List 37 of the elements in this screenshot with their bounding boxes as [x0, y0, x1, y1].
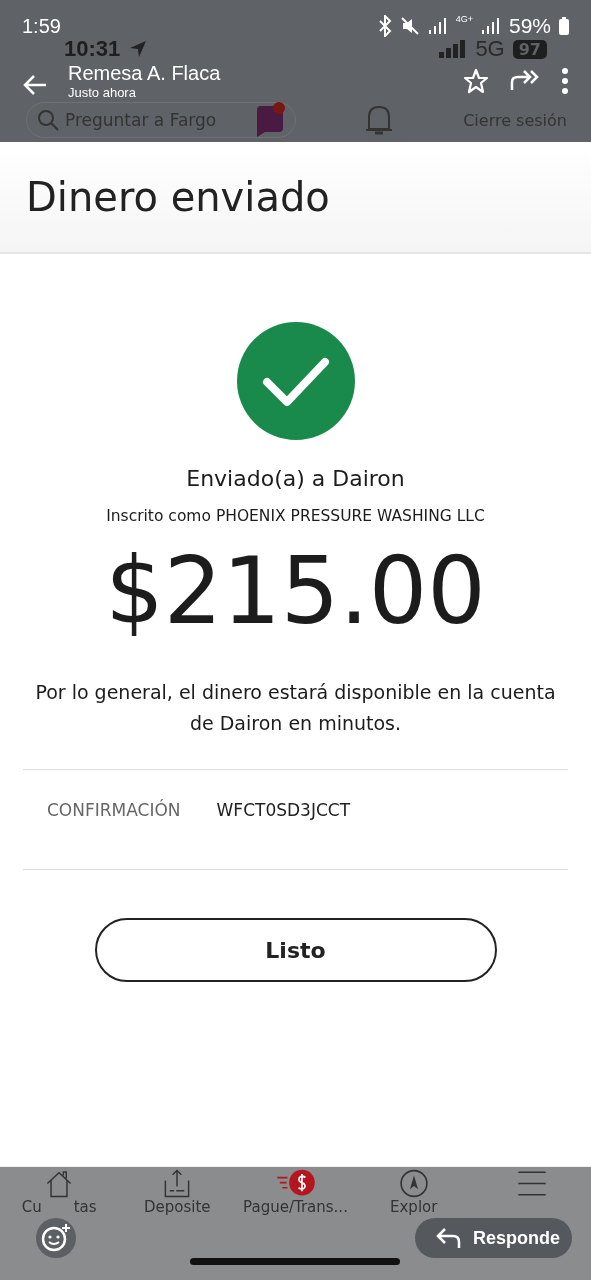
forward-icon[interactable] — [509, 68, 541, 92]
amount-text: $215.00 — [105, 537, 486, 647]
nav-label[interactable]: Pague/Trans... — [243, 1199, 348, 1216]
battery-level: 97 — [512, 39, 547, 59]
battery-percent: 59% — [508, 14, 551, 38]
bluetooth-icon — [377, 15, 392, 37]
check-icon — [236, 322, 355, 440]
network-label: 4G+ — [455, 14, 473, 24]
reply-arrow-icon — [435, 1227, 461, 1249]
signal-icon — [439, 40, 468, 58]
search-icon — [37, 109, 59, 131]
add-emoji-icon — [41, 1223, 71, 1253]
chat-title: Remesa A. Flaca — [68, 62, 221, 85]
nav-label[interactable]: Deposite — [144, 1199, 211, 1216]
done-button[interactable]: Listo — [94, 918, 497, 982]
confirmation-label: CONFIRMACIÓN — [47, 800, 181, 822]
signal-icon — [480, 16, 501, 36]
location-arrow-icon — [128, 39, 149, 59]
nav-label[interactable]: tas — [73, 1199, 97, 1216]
confirmation-number: WFCT0SD3JCCT — [216, 800, 351, 822]
recipient-text: Enviado(a) a Dairon — [186, 466, 405, 491]
back-arrow-icon[interactable] — [22, 73, 48, 97]
chat-subtitle: Justo ahora — [68, 85, 137, 100]
availability-note: Por lo general, el dinero estará disponible en la cuenta de Dairon en minutos. — [23, 677, 568, 770]
enrolled-text: Inscrito como PHOENIX PRESSURE WASHING LLC — [106, 507, 485, 525]
signal-icon — [427, 16, 448, 36]
status-time: 10:31 — [64, 36, 121, 62]
page-title: Dinero enviado — [26, 174, 330, 220]
status-time: 1:59 — [22, 14, 61, 38]
nav-label[interactable]: Cu — [21, 1199, 42, 1216]
star-icon[interactable] — [463, 68, 489, 94]
nav-label[interactable]: Explor — [390, 1199, 438, 1216]
battery-icon — [559, 17, 569, 35]
reply-button[interactable]: Responde — [415, 1218, 572, 1258]
muted-icon — [399, 16, 420, 36]
network-label: 5G — [475, 36, 505, 62]
more-options-icon[interactable] — [561, 68, 569, 94]
